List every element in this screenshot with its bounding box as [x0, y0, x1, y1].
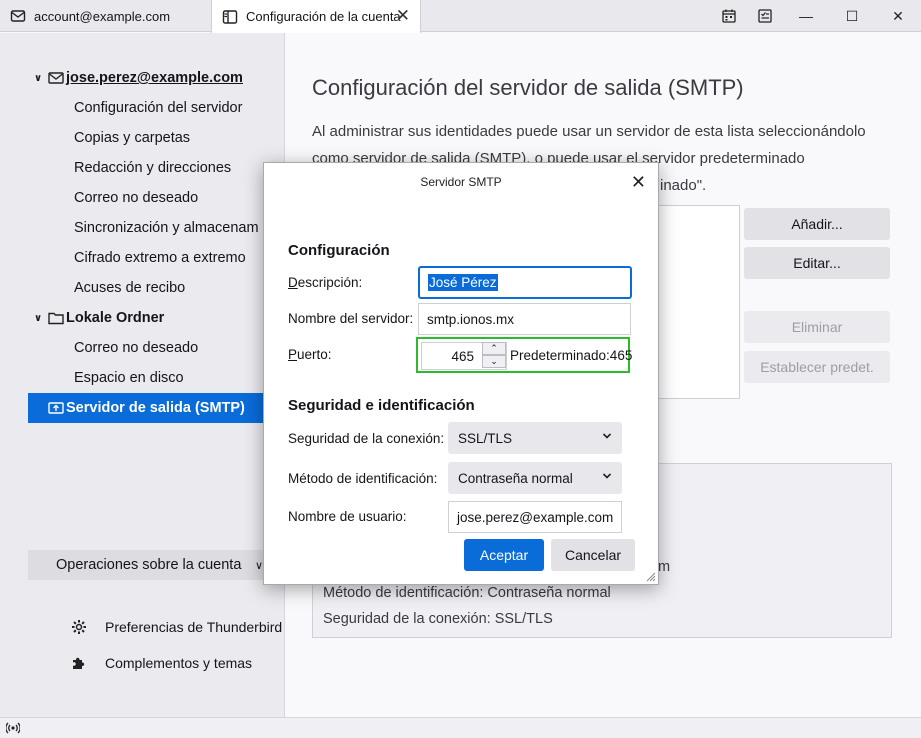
auth-method-select[interactable]: Contraseña normal: [448, 462, 622, 494]
auth-method-label: Método de identificación:: [288, 471, 438, 486]
stepper-down-icon[interactable]: ⌄: [482, 355, 506, 368]
preferences-label: Preferencias de Thunderbird: [105, 619, 283, 635]
tree-item-smtp[interactable]: Servidor de salida (SMTP): [28, 393, 285, 423]
tree-item-label: Acuses de recibo: [74, 280, 186, 296]
account-operations-label: Operaciones sobre la cuenta: [56, 557, 242, 573]
description-value: José Pérez: [428, 274, 498, 291]
tree-account-label: Lokale Ordner: [66, 310, 165, 326]
smtp-server-dialog: Servidor SMTP ✕ Configuración Descripció…: [263, 162, 659, 585]
edit-server-button[interactable]: Editar...: [744, 247, 890, 279]
port-value: 465: [451, 348, 474, 364]
addons-link[interactable]: Complementos y temas: [73, 655, 252, 671]
tree-item-sync[interactable]: Sincronización y almacenam: [28, 213, 285, 243]
puzzle-icon: [73, 657, 85, 669]
server-name-input[interactable]: smtp.ionos.mx: [418, 303, 631, 335]
tree-item-label: Correo no deseado: [74, 340, 199, 356]
tree-item-label: Cifrado extremo a extremo: [74, 250, 246, 266]
accept-button[interactable]: Aceptar: [464, 539, 544, 571]
detail-security: Seguridad de la conexión: SSL/TLS: [323, 611, 553, 627]
username-input[interactable]: jose.perez@example.com: [448, 501, 622, 533]
tree-item-disk-space[interactable]: Espacio en disco: [28, 363, 285, 393]
tree-account-local[interactable]: ∨ Lokale Ordner: [28, 303, 285, 333]
connection-security-select[interactable]: SSL/TLS: [448, 422, 622, 454]
tab-account-settings-label: Configuración de la cuenta: [246, 9, 401, 24]
chevron-down-icon: [602, 473, 612, 479]
settings-tab-icon: [222, 9, 238, 24]
tree-account-jose[interactable]: ∨ jose.perez@example.com: [28, 63, 285, 93]
section-security-heading: Seguridad e identificación: [288, 397, 475, 414]
port-default-text: Predeterminado:465: [510, 348, 633, 363]
server-name-label: Nombre del servidor:: [288, 311, 414, 326]
page-title: Configuración del servidor de salida (SM…: [312, 75, 744, 100]
description-label: Descripción:: [288, 275, 363, 290]
tree-item-label: Servidor de salida (SMTP): [66, 400, 245, 416]
tree-item-copies-folders[interactable]: Copias y carpetas: [28, 123, 285, 153]
maximize-button[interactable]: ☐: [829, 0, 875, 32]
intro-line: Al administrar sus identidades puede usa…: [312, 123, 866, 140]
gear-icon: [72, 620, 86, 634]
connection-security-value: SSL/TLS: [458, 430, 513, 446]
tasks-icon[interactable]: [747, 0, 783, 32]
tree-account-label: jose.perez@example.com: [66, 70, 243, 86]
port-stepper[interactable]: ⌃ ⌄: [482, 342, 506, 368]
tab-mail-label: account@example.com: [34, 8, 171, 24]
tree-item-server-settings[interactable]: Configuración del servidor: [28, 93, 285, 123]
description-input[interactable]: José Pérez: [418, 266, 632, 299]
window-controls: — ☐ ✕: [711, 0, 921, 32]
mail-icon: [10, 10, 26, 22]
auth-method-value: Contraseña normal: [458, 470, 573, 486]
chevron-down-icon[interactable]: ∨: [34, 73, 46, 84]
close-icon[interactable]: ✕: [631, 173, 646, 191]
delete-server-button[interactable]: Eliminar: [744, 311, 890, 343]
preferences-link[interactable]: Preferencias de Thunderbird: [72, 619, 283, 635]
username-value: jose.perez@example.com: [457, 509, 614, 525]
minimize-button[interactable]: —: [783, 0, 829, 32]
tab-mail[interactable]: account@example.com: [0, 0, 211, 32]
add-server-button[interactable]: Añadir...: [744, 208, 890, 240]
online-status-icon[interactable]: [6, 721, 20, 735]
tree-item-junk[interactable]: Correo no deseado: [28, 183, 285, 213]
account-operations-button[interactable]: Operaciones sobre la cuenta ∨: [28, 550, 285, 580]
mail-account-icon: [48, 72, 64, 84]
port-label: Puerto:: [288, 347, 332, 362]
account-tree-pane: ∨ jose.perez@example.com Configuración d…: [0, 33, 285, 717]
tree-item-label: Espacio en disco: [74, 370, 184, 386]
status-bar: [0, 717, 921, 738]
detail-auth-method: Método de identificación: Contraseña nor…: [323, 585, 611, 601]
set-default-button[interactable]: Establecer predet.: [744, 351, 890, 383]
tree-item-label: Sincronización y almacenam: [74, 220, 259, 236]
detail-tail: m: [658, 559, 671, 575]
tree-item-label: Correo no deseado: [74, 190, 199, 206]
chevron-down-icon: ∨: [254, 560, 263, 572]
tree-item-label: Configuración del servidor: [74, 100, 243, 116]
close-window-button[interactable]: ✕: [875, 0, 921, 32]
chevron-down-icon[interactable]: ∨: [34, 313, 46, 324]
tree-item-composition[interactable]: Redacción y direcciones: [28, 153, 285, 183]
section-config-heading: Configuración: [288, 242, 390, 259]
tree-item-label: Copias y carpetas: [74, 130, 191, 146]
calendar-icon[interactable]: [711, 0, 747, 32]
resize-grip-icon[interactable]: [644, 570, 656, 582]
tree-item-local-junk[interactable]: Correo no deseado: [28, 333, 285, 363]
tree-item-label: Redacción y direcciones: [74, 160, 232, 176]
chevron-down-icon: [602, 433, 612, 439]
tree-item-e2ee[interactable]: Cifrado extremo a extremo: [28, 243, 285, 273]
cancel-button[interactable]: Cancelar: [551, 539, 635, 571]
tab-close-icon[interactable]: ✕: [396, 7, 410, 24]
dialog-title: Servidor SMTP: [420, 175, 502, 189]
folder-icon: [48, 312, 64, 325]
port-highlight-box: 465 ⌃ ⌄ Predeterminado:465: [416, 337, 633, 373]
tab-account-settings[interactable]: Configuración de la cuenta ✕: [211, 0, 421, 33]
account-tree: ∨ jose.perez@example.com Configuración d…: [28, 63, 285, 423]
tree-item-receipts[interactable]: Acuses de recibo: [28, 273, 285, 303]
connection-security-label: Seguridad de la conexión:: [288, 431, 445, 446]
outgoing-mail-icon: [48, 402, 64, 414]
server-name-value: smtp.ionos.mx: [427, 311, 515, 327]
username-label: Nombre de usuario:: [288, 509, 407, 524]
stepper-up-icon[interactable]: ⌃: [482, 342, 506, 355]
addons-label: Complementos y temas: [105, 655, 253, 671]
tab-bar: account@example.com Configuración de la …: [0, 0, 921, 33]
